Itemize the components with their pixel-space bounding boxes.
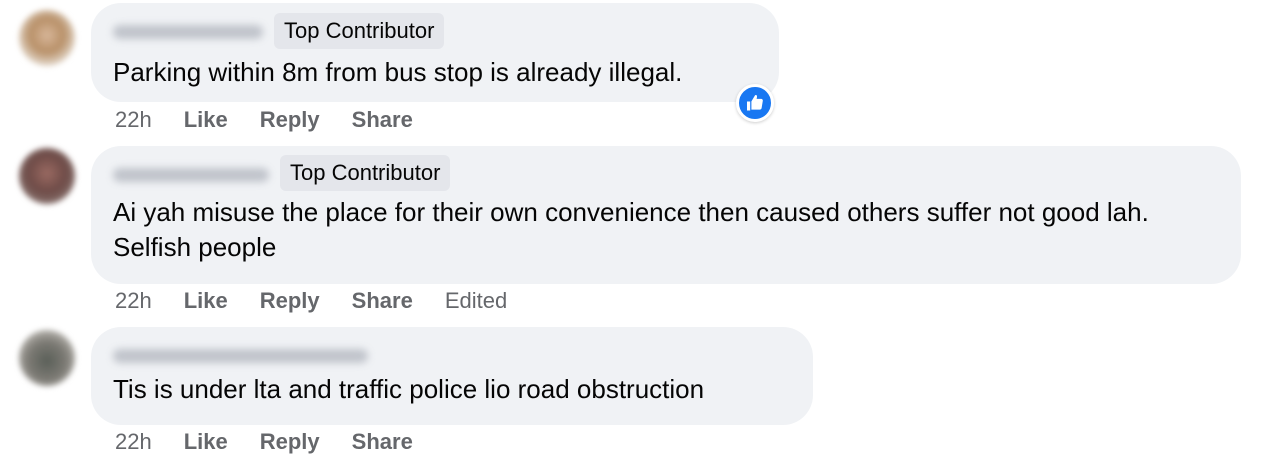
share-button[interactable]: Share bbox=[352, 288, 413, 314]
top-contributor-badge: Top Contributor bbox=[280, 155, 451, 191]
like-button[interactable]: Like bbox=[184, 288, 228, 314]
timestamp[interactable]: 22h bbox=[115, 429, 152, 455]
share-button[interactable]: Share bbox=[352, 107, 413, 133]
comment-actions: 22h Like Reply Share bbox=[115, 107, 445, 133]
comment-text: Parking within 8m from bus stop is alrea… bbox=[113, 57, 683, 87]
like-button[interactable]: Like bbox=[184, 107, 228, 133]
comment-actions: 22h Like Reply Share Edited bbox=[115, 288, 507, 314]
reply-button[interactable]: Reply bbox=[260, 107, 320, 133]
avatar[interactable] bbox=[19, 10, 75, 66]
reply-button[interactable]: Reply bbox=[260, 288, 320, 314]
author-name-blurred[interactable] bbox=[113, 349, 368, 363]
reply-button[interactable]: Reply bbox=[260, 429, 320, 455]
edited-label[interactable]: Edited bbox=[445, 288, 507, 314]
thumbs-up-glyph bbox=[747, 95, 763, 111]
comment-actions: 22h Like Reply Share bbox=[115, 429, 445, 455]
comment-text: Ai yah misuse the place for their own co… bbox=[113, 197, 1149, 262]
like-button[interactable]: Like bbox=[184, 429, 228, 455]
comment-bubble: Top Contributor Parking within 8m from b… bbox=[91, 3, 779, 102]
share-button[interactable]: Share bbox=[352, 429, 413, 455]
comment-bubble: Top Contributor Ai yah misuse the place … bbox=[91, 146, 1241, 284]
comment-text: Tis is under lta and traffic police lio … bbox=[113, 374, 705, 404]
author-name-blurred[interactable] bbox=[113, 168, 269, 182]
thumbs-up-icon[interactable] bbox=[736, 84, 774, 122]
author-name-blurred[interactable] bbox=[113, 25, 263, 39]
timestamp[interactable]: 22h bbox=[115, 107, 152, 133]
top-contributor-badge: Top Contributor bbox=[274, 13, 445, 49]
timestamp[interactable]: 22h bbox=[115, 288, 152, 314]
avatar[interactable] bbox=[19, 330, 75, 386]
avatar[interactable] bbox=[19, 148, 75, 204]
comment-bubble: Tis is under lta and traffic police lio … bbox=[91, 327, 813, 425]
